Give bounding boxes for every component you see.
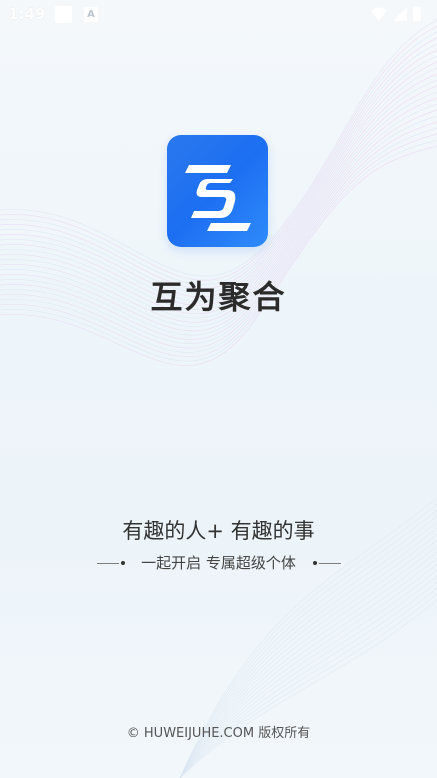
wifi-icon xyxy=(371,7,387,21)
slogan-text: 有趣的人+ 有趣的事 xyxy=(122,519,315,543)
system-status-icons xyxy=(371,7,421,21)
app-name-title: 互为聚合 xyxy=(150,278,287,316)
app-logo-s-icon xyxy=(167,135,268,247)
subtitle-row: 一起开启 专属超级个体 xyxy=(0,552,437,574)
right-divider-line xyxy=(319,563,341,564)
background-wave-lines xyxy=(0,19,437,778)
subtitle-text: 一起开启 专属超级个体 xyxy=(141,554,296,572)
status-bar: 1:49 A xyxy=(0,0,437,30)
a-notification-icon: A xyxy=(84,7,98,22)
right-divider-dot xyxy=(313,561,317,565)
square-notification-icon xyxy=(55,6,72,23)
copyright-text: © HUWEIJUHE.COM 版权所有 xyxy=(126,726,311,741)
battery-icon xyxy=(413,7,421,21)
status-time: 1:49 xyxy=(8,5,46,23)
signal-icon xyxy=(393,7,407,21)
